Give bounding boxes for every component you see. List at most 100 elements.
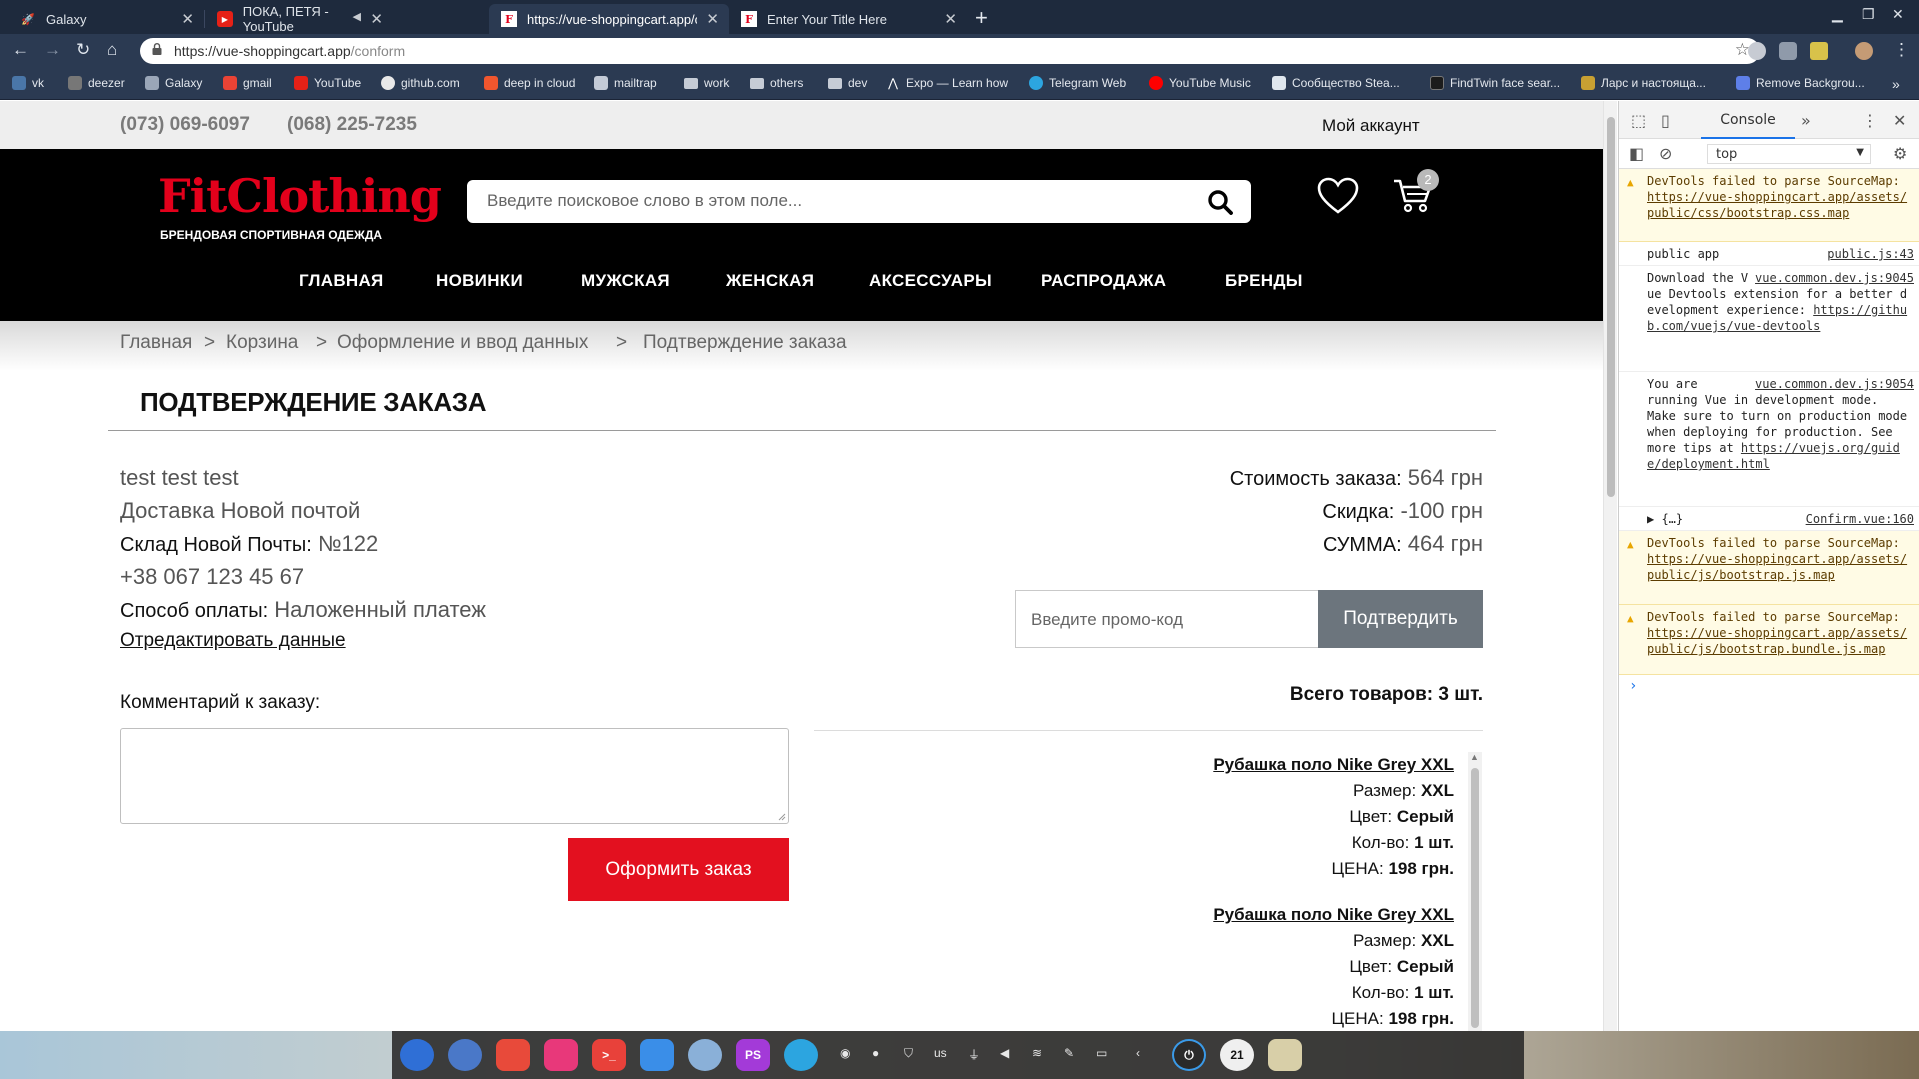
- nav-item-new[interactable]: НОВИНКИ: [436, 271, 523, 291]
- chevron-left-icon[interactable]: ‹: [1136, 1046, 1140, 1060]
- window-close-icon[interactable]: ✕: [1892, 6, 1904, 23]
- promo-confirm-button[interactable]: Подтвердить: [1318, 590, 1483, 648]
- reload-icon[interactable]: ↻: [76, 40, 90, 60]
- restore-icon[interactable]: ❐: [1862, 6, 1875, 23]
- context-selector[interactable]: top ▼: [1707, 144, 1871, 164]
- bookmark-mailtrap[interactable]: mailtrap: [594, 76, 657, 90]
- forward-icon[interactable]: →: [44, 40, 61, 60]
- nav-item-brands[interactable]: БРЕНДЫ: [1225, 271, 1303, 291]
- keyboard-layout[interactable]: us: [934, 1046, 947, 1060]
- bookmark-youtube-music[interactable]: YouTube Music: [1149, 76, 1251, 90]
- shield-extension-icon[interactable]: [1779, 42, 1797, 60]
- new-tab-button[interactable]: +: [975, 5, 988, 31]
- breadcrumb-cart[interactable]: Корзина: [226, 332, 298, 354]
- gear-icon[interactable]: ⚙: [1893, 144, 1907, 163]
- search-icon[interactable]: [1207, 189, 1233, 215]
- back-icon[interactable]: ←: [12, 40, 29, 60]
- close-icon[interactable]: ✕: [706, 10, 719, 28]
- edit-data-link[interactable]: Отредактировать данные: [120, 630, 346, 652]
- bookmark-folder-dev[interactable]: dev: [828, 76, 867, 90]
- message-source-link[interactable]: Confirm.vue:160: [1806, 511, 1914, 527]
- extension-icon[interactable]: [1748, 42, 1766, 60]
- phone-number[interactable]: (073) 069-6097: [120, 114, 250, 136]
- message-source-link[interactable]: public.js:43: [1827, 246, 1914, 262]
- bookmark-findtwin[interactable]: FindTwin face sear...: [1430, 76, 1560, 90]
- bookmark-youtube[interactable]: YouTube: [294, 76, 361, 90]
- extension-icon[interactable]: [1810, 42, 1828, 60]
- message-source-link[interactable]: vue.common.dev.js:9054: [1755, 376, 1914, 392]
- promo-code-input[interactable]: Введите промо-код: [1015, 590, 1319, 648]
- bookmark-github[interactable]: github.com: [381, 76, 460, 90]
- bookmark-deep-in-cloud[interactable]: deep in cloud: [484, 76, 575, 90]
- bookmark-galaxy[interactable]: Galaxy: [145, 76, 202, 90]
- nav-item-accessories[interactable]: АКСЕССУАРЫ: [869, 271, 992, 291]
- bookmark-lars[interactable]: Ларс и настояща...: [1581, 76, 1706, 90]
- site-logo[interactable]: FitClothing: [158, 169, 442, 223]
- resize-grip-icon[interactable]: [778, 813, 786, 821]
- power-icon[interactable]: ⏻: [1172, 1039, 1206, 1071]
- bookmark-vk[interactable]: vk: [12, 76, 44, 90]
- menu-dots-icon[interactable]: ⋮: [1893, 40, 1910, 60]
- inspect-element-icon[interactable]: ⬚: [1631, 111, 1646, 130]
- tab-vue-shoppingcart[interactable]: F https://vue-shoppingcart.app/c ✕: [489, 4, 729, 34]
- breadcrumb-checkout[interactable]: Оформление и ввод данных: [337, 332, 588, 354]
- scrollbar-thumb[interactable]: [1607, 117, 1615, 497]
- phpstorm-icon[interactable]: PS: [736, 1039, 770, 1071]
- bookmark-deezer[interactable]: deezer: [68, 76, 125, 90]
- bookmark-steam[interactable]: Сообщество Stea...: [1272, 76, 1400, 90]
- bookmark-remove-bg[interactable]: Remove Backgrou...: [1736, 76, 1865, 90]
- my-account-link[interactable]: Мой аккаунт: [1322, 116, 1420, 136]
- avatar[interactable]: [1855, 42, 1873, 60]
- nav-item-men[interactable]: МУЖСКАЯ: [581, 271, 670, 291]
- tab-enter-your-title[interactable]: F Enter Your Title Here ✕: [729, 4, 967, 34]
- pen-icon[interactable]: ✎: [1064, 1046, 1074, 1060]
- breadcrumb-home[interactable]: Главная: [120, 332, 192, 354]
- product-list-scrollbar[interactable]: ▲: [1468, 752, 1482, 1031]
- app-store-icon[interactable]: [640, 1039, 674, 1071]
- bookmarks-overflow-icon[interactable]: »: [1892, 76, 1900, 92]
- shield-icon[interactable]: ⛉: [904, 1046, 913, 1061]
- place-order-button[interactable]: Оформить заказ: [568, 838, 789, 901]
- bookmark-telegram[interactable]: Telegram Web: [1029, 76, 1126, 90]
- nav-item-home[interactable]: ГЛАВНАЯ: [299, 271, 384, 291]
- console-prompt-icon[interactable]: ›: [1629, 678, 1637, 694]
- sidebar-toggle-icon[interactable]: ◧: [1629, 144, 1644, 163]
- product-list[interactable]: Рубашка поло Nike Grey XXL Размер: XXL Ц…: [814, 752, 1484, 1031]
- more-tabs-icon[interactable]: »: [1801, 111, 1811, 130]
- minimize-icon[interactable]: ▁: [1832, 6, 1843, 23]
- scrollbar-thumb[interactable]: [1471, 768, 1479, 1028]
- trash-icon[interactable]: [1268, 1039, 1302, 1071]
- wifi-icon[interactable]: ≋: [1032, 1046, 1042, 1060]
- page-scrollbar[interactable]: [1603, 101, 1617, 1031]
- wishlist-heart-icon[interactable]: [1317, 177, 1359, 215]
- speaker-icon[interactable]: ◀: [353, 10, 361, 23]
- device-toolbar-icon[interactable]: ▯: [1661, 111, 1670, 130]
- clock[interactable]: 21: [1220, 1039, 1254, 1071]
- battery-icon[interactable]: ▭: [1096, 1046, 1107, 1060]
- usb-icon[interactable]: ⏚: [968, 1046, 980, 1063]
- scroll-up-icon[interactable]: ▲: [1470, 752, 1479, 762]
- viber-icon[interactable]: ◉: [840, 1046, 850, 1060]
- network-icon[interactable]: ●: [872, 1046, 879, 1060]
- terminal-icon[interactable]: >_: [592, 1039, 626, 1071]
- close-icon[interactable]: ✕: [181, 10, 194, 28]
- close-icon[interactable]: ✕: [944, 10, 957, 28]
- product-name-link[interactable]: Рубашка поло Nike Grey XXL: [1213, 752, 1454, 778]
- bookmark-folder-others[interactable]: others: [750, 76, 803, 90]
- expandable-object[interactable]: ▶ {…}: [1647, 511, 1683, 527]
- home-icon[interactable]: ⌂: [107, 40, 117, 60]
- product-name-link[interactable]: Рубашка поло Nike Grey XXL: [1213, 902, 1454, 928]
- chromium-icon[interactable]: [688, 1039, 722, 1071]
- tab-console[interactable]: Console: [1701, 101, 1795, 139]
- launcher-icon[interactable]: [400, 1039, 434, 1071]
- phone-number[interactable]: (068) 225-7235: [287, 114, 417, 136]
- tab-youtube[interactable]: ▶ ПОКА, ПЕТЯ - YouTube ◀ ✕: [205, 4, 393, 34]
- address-bar[interactable]: https://vue-shoppingcart.app/conform ☆: [140, 38, 1760, 64]
- screen-recorder-icon[interactable]: [496, 1039, 530, 1071]
- bookmark-expo[interactable]: ⋀ Expo — Learn how: [886, 76, 1008, 90]
- message-link[interactable]: https://vue-shoppingcart.app/assets/publ…: [1647, 552, 1907, 582]
- clear-console-icon[interactable]: ⊘: [1659, 144, 1672, 163]
- nav-item-sale[interactable]: РАСПРОДАЖА: [1041, 271, 1166, 291]
- comment-textarea[interactable]: [120, 728, 789, 824]
- nav-item-women[interactable]: ЖЕНСКАЯ: [726, 271, 814, 291]
